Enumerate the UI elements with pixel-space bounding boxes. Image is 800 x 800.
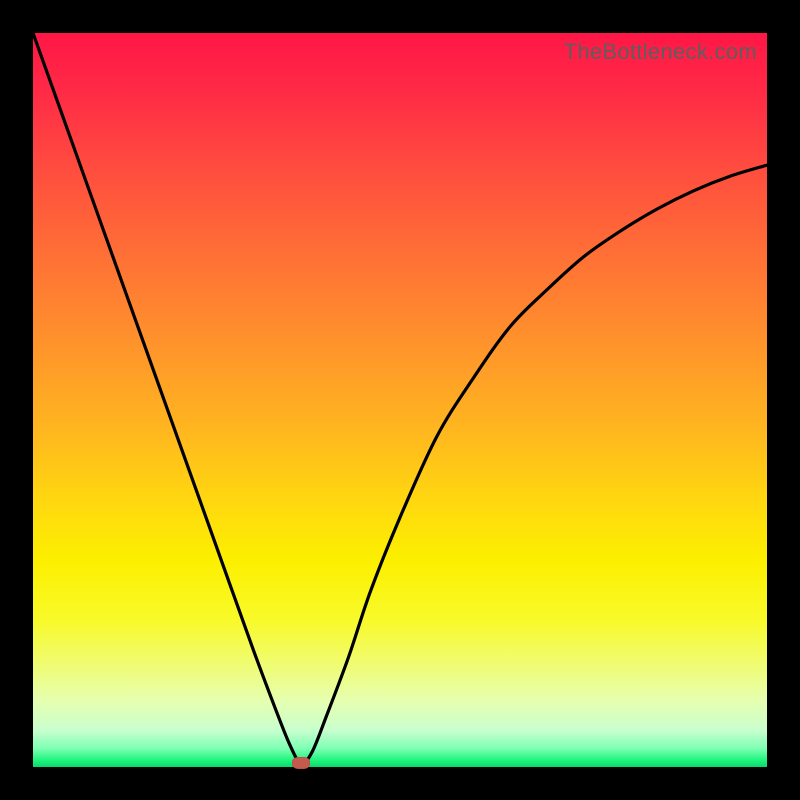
bottleneck-curve <box>33 33 767 767</box>
watermark-text: TheBottleneck.com <box>564 39 757 65</box>
chart-container: TheBottleneck.com <box>0 0 800 800</box>
optimal-point-marker <box>292 757 310 769</box>
plot-area: TheBottleneck.com <box>33 33 767 767</box>
